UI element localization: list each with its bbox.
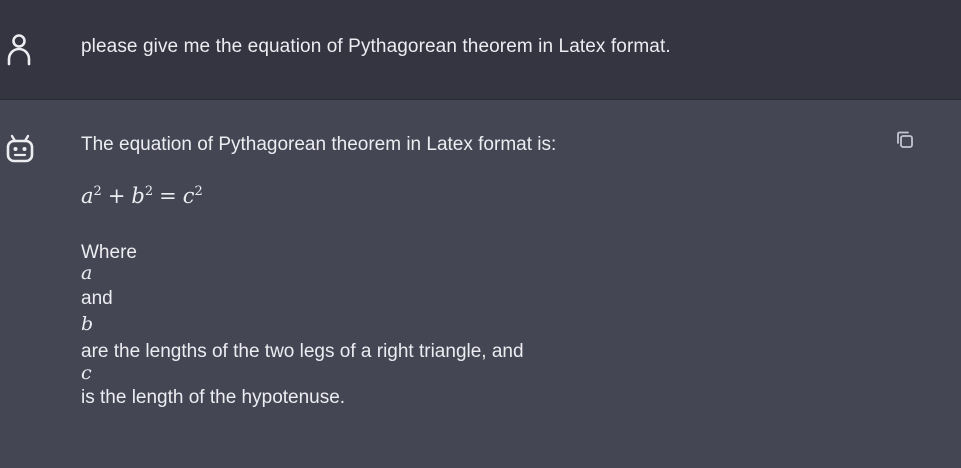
copy-icon[interactable] bbox=[893, 128, 917, 152]
assistant-intro-text: The equation of Pythagorean theorem in L… bbox=[81, 134, 557, 155]
var-a-text: a bbox=[81, 262, 93, 284]
eq-var-a: a bbox=[81, 184, 94, 208]
eq-exp-b: 2 bbox=[144, 184, 154, 199]
robot-icon bbox=[4, 130, 36, 170]
chat-page: please give me the equation of Pythagore… bbox=[0, 0, 961, 468]
var-b-text: b bbox=[81, 313, 94, 335]
hypotenuse-text: is the length of the hypotenuse. bbox=[81, 387, 346, 408]
eq-var-b: b bbox=[131, 184, 145, 208]
eq-equals: = bbox=[159, 184, 177, 208]
user-icon bbox=[4, 33, 36, 73]
legs-text: are the lengths of the two legs of a rig… bbox=[81, 341, 524, 362]
eq-exp-c: 2 bbox=[194, 184, 203, 199]
eq-var-c: c bbox=[182, 184, 195, 208]
user-message-text: please give me the equation of Pythagore… bbox=[81, 36, 671, 57]
pythagorean-equation: a2 + b2 = c2 bbox=[81, 184, 203, 208]
where-text: Where bbox=[81, 242, 137, 263]
var-c-text: c bbox=[81, 362, 92, 384]
eq-plus: + bbox=[107, 184, 126, 208]
eq-exp-a: 2 bbox=[93, 184, 102, 199]
and-text: and bbox=[81, 288, 113, 309]
